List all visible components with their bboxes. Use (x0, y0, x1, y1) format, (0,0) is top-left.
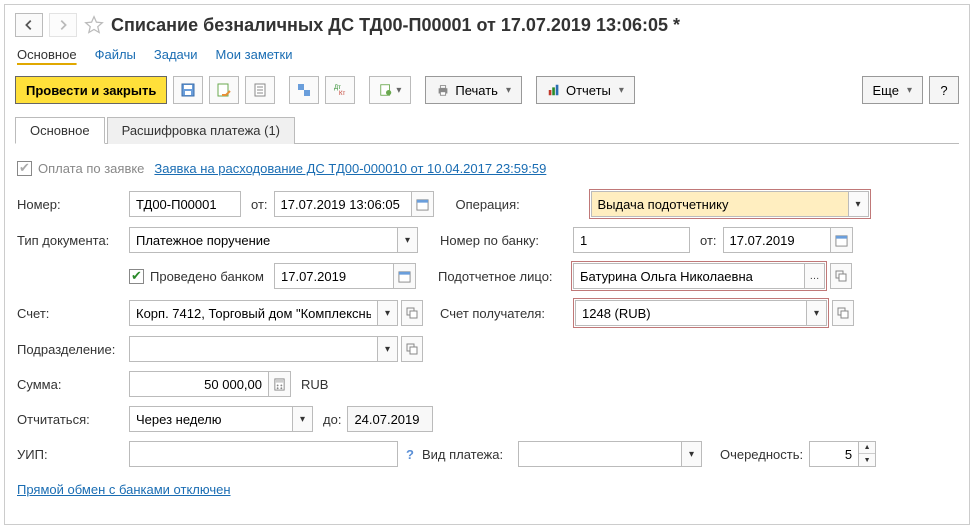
operation-input[interactable] (591, 191, 849, 217)
currency-label: RUB (301, 377, 328, 392)
account-open-button[interactable] (401, 300, 423, 326)
priority-down-button[interactable]: ▼ (859, 454, 875, 466)
document-button[interactable] (245, 76, 275, 104)
top-tab-main[interactable]: Основное (17, 47, 77, 62)
account-input[interactable] (129, 300, 378, 326)
sum-input[interactable] (129, 371, 269, 397)
top-tab-files[interactable]: Файлы (95, 47, 136, 62)
favorite-star-icon[interactable] (83, 14, 105, 36)
until-input (347, 406, 433, 432)
person-open-button[interactable] (830, 263, 852, 289)
banknum-input[interactable] (573, 227, 690, 253)
create-based-button[interactable]: ▾ (369, 76, 411, 104)
paymenttype-input[interactable] (518, 441, 682, 467)
dept-dropdown-button[interactable]: ▾ (378, 336, 398, 362)
sum-calc-button[interactable] (269, 371, 291, 397)
paymenttype-dropdown-button[interactable]: ▾ (682, 441, 702, 467)
nav-forward-button[interactable] (49, 13, 77, 37)
pay-by-request-checkbox: ✔ (17, 161, 32, 176)
doctype-input[interactable] (129, 227, 398, 253)
reports-button[interactable]: Отчеты ▾ (536, 76, 635, 104)
report-dropdown-button[interactable]: ▾ (293, 406, 313, 432)
bankdone-date-input[interactable] (274, 263, 394, 289)
operation-label: Операция: (456, 197, 589, 212)
number-input[interactable] (129, 191, 241, 217)
nav-back-button[interactable] (15, 13, 43, 37)
doctype-label: Тип документа: (17, 233, 129, 248)
dept-label: Подразделение: (17, 342, 129, 357)
uip-label: УИП: (17, 447, 129, 462)
recipientacc-open-button[interactable] (832, 300, 854, 326)
bankdone-checkbox[interactable]: ✔ (129, 269, 144, 284)
report-input[interactable] (129, 406, 293, 432)
dtkt-button[interactable]: ДтКт (325, 76, 355, 104)
post-button[interactable] (209, 76, 239, 104)
help-button[interactable]: ? (929, 76, 959, 104)
post-and-close-button[interactable]: Провести и закрыть (15, 76, 167, 104)
bankdone-calendar-button[interactable] (394, 263, 416, 289)
bank-exchange-link[interactable]: Прямой обмен с банками отключен (17, 482, 231, 497)
sum-label: Сумма: (17, 377, 129, 392)
related-button[interactable] (289, 76, 319, 104)
person-input[interactable] (573, 263, 805, 289)
dept-input[interactable] (129, 336, 378, 362)
banknum-from-label: от: (700, 233, 717, 248)
top-tab-notes[interactable]: Мои заметки (216, 47, 293, 62)
banknum-label: Номер по банку: (440, 233, 573, 248)
account-label: Счет: (17, 306, 129, 321)
paymenttype-label: Вид платежа: (422, 447, 518, 462)
recipientacc-dropdown-button[interactable]: ▾ (807, 300, 827, 326)
recipientacc-label: Счет получателя: (440, 306, 573, 321)
banknum-date-input[interactable] (723, 227, 831, 253)
banknum-calendar-button[interactable] (831, 227, 853, 253)
priority-up-button[interactable]: ▲ (859, 442, 875, 454)
page-title: Списание безналичных ДС ТД00-П00001 от 1… (111, 15, 680, 36)
priority-label: Очередность: (720, 447, 803, 462)
bankdone-label: Проведено банком (150, 269, 274, 284)
account-dropdown-button[interactable]: ▾ (378, 300, 398, 326)
pay-by-request-label: Оплата по заявке (38, 161, 144, 176)
top-tab-tasks[interactable]: Задачи (154, 47, 198, 62)
recipientacc-input[interactable] (575, 300, 807, 326)
uip-help-icon[interactable]: ? (406, 447, 414, 462)
number-label: Номер: (17, 197, 129, 212)
doctype-dropdown-button[interactable]: ▾ (398, 227, 418, 253)
request-link[interactable]: Заявка на расходование ДС ТД00-000010 от… (154, 161, 546, 176)
svg-text:Кт: Кт (339, 91, 345, 97)
date-calendar-button[interactable] (412, 191, 434, 217)
dept-open-button[interactable] (401, 336, 423, 362)
save-button[interactable] (173, 76, 203, 104)
uip-input[interactable] (129, 441, 398, 467)
person-select-button[interactable]: … (805, 263, 825, 289)
report-label: Отчитаться: (17, 412, 129, 427)
print-button[interactable]: Печать ▾ (425, 76, 522, 104)
inner-tab-breakdown[interactable]: Расшифровка платежа (1) (107, 117, 295, 144)
more-button[interactable]: Еще ▾ (862, 76, 923, 104)
date-input[interactable] (274, 191, 412, 217)
operation-dropdown-button[interactable]: ▾ (849, 191, 869, 217)
priority-input[interactable] (809, 441, 859, 467)
until-label: до: (323, 412, 341, 427)
priority-spinner[interactable]: ▲ ▼ (859, 441, 876, 467)
inner-tab-main[interactable]: Основное (15, 117, 105, 144)
from-label: от: (251, 197, 268, 212)
person-label: Подотчетное лицо: (438, 269, 571, 284)
